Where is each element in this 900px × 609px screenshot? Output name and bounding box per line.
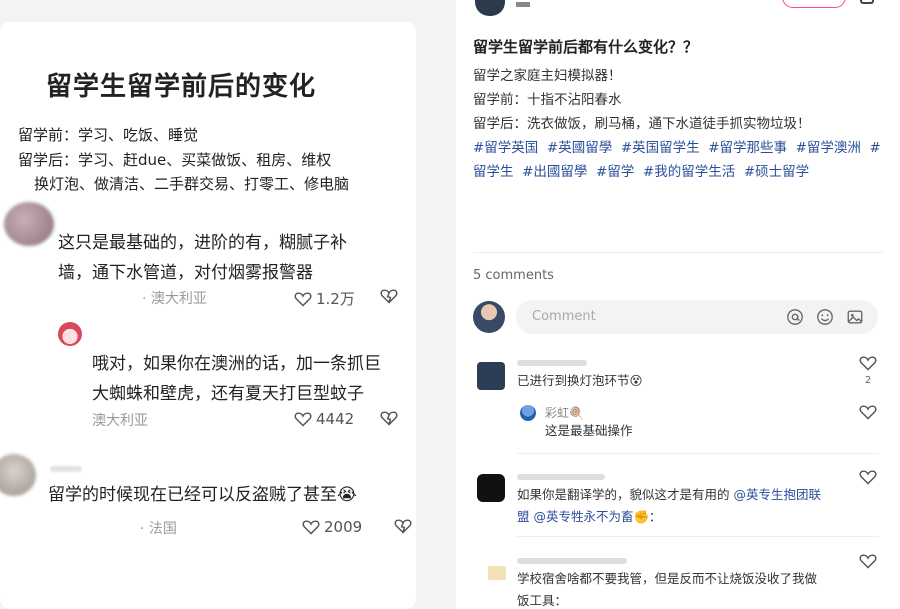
like-button[interactable]: 4442 [294,410,354,428]
heart-icon[interactable] [859,553,877,569]
hashtag[interactable]: #英国留学生 [621,140,700,156]
heart-icon[interactable] [859,469,877,485]
post-body: 留学之家庭主妇模拟器！ 留学前：十指不沾阳春水 留学后：洗衣做饭，刷马桶，通下水… [473,68,881,180]
reply-username[interactable]: 彩虹🍭 [545,404,584,421]
post-title: 留学生留学前后都有什么变化？？ [473,38,699,56]
like-button[interactable]: 2009 [302,518,362,536]
author-name[interactable] [516,2,530,7]
left-post-title: 留学生留学前后的变化 [46,72,317,102]
reply-avatar[interactable] [58,322,82,346]
reply-text: 这是最基础操作 [545,423,633,438]
after-line-2: 换灯泡、做清洁、二手群交易、打零工、修电脑 [34,175,350,193]
blurred-username [517,558,627,564]
like-count: 1.2万 [316,290,355,308]
emoji-icon[interactable] [816,308,834,326]
heart-icon [294,412,312,427]
divider [473,252,883,253]
hashtag[interactable]: #我的留学生活 [643,164,735,180]
like-count: 2009 [324,518,363,536]
hashtag[interactable]: #留学那些事 [708,140,787,156]
commenter-avatar[interactable] [0,454,36,496]
hashtag[interactable]: #硕士留学 [744,164,809,180]
comment-input[interactable]: Comment [516,300,878,334]
comment-location: · 法国 [140,521,177,537]
divider [517,453,879,454]
comment-text: 如果你是翻译学的，貌似这才是有用的 @英专生抱团联 盟 @英专牲永不为畜✊： [517,487,821,524]
like-count: 2 [864,375,872,386]
comments-count: 5 comments [473,268,554,283]
commenter-avatar[interactable] [477,474,505,502]
commenter-avatar[interactable] [477,362,505,390]
mention-link[interactable]: 盟 @英专牲永不为畜 [517,509,633,524]
comment-placeholder: Comment [532,309,596,324]
hashtag[interactable]: #留学 [596,164,634,180]
hashtag[interactable]: #留学澳洲 [796,140,861,156]
comment-text: 留学的时候现在已经可以反盗贼了甚至😭 [48,485,357,505]
image-icon[interactable] [846,308,864,326]
blurred-username [50,466,82,472]
share-icon[interactable] [860,0,874,4]
comment-text: 已进行到换灯泡环节😵 [517,373,643,388]
comment-text: 学校宿舍啥都不要我管，但是反而不让烧饭没收了我做 饭工具： [517,571,818,608]
commenter-avatar[interactable] [488,566,506,580]
reply-text: 哦对，如果你在澳洲的话，加一条抓巨 大蜘蛛和壁虎，还有夏天打巨型蚊子 [92,354,381,404]
commenter-avatar[interactable] [4,202,54,246]
divider [517,536,879,537]
hashtag[interactable]: #留学英国 [473,140,538,156]
like-button[interactable]: 1.2万 [294,288,355,309]
hashtag[interactable]: #英國留學 [547,140,612,156]
comment-text: 这只是最基础的，进阶的有，糊腻子补 墙，通下水管道，对付烟雾报警器 [58,233,347,283]
dislike-icon[interactable] [394,518,412,534]
post-detail-panel: 留学生留学前后都有什么变化？？ 留学之家庭主妇模拟器！ 留学前：十指不沾阳春水 … [456,0,900,609]
reply-location: 澳大利亚 [92,413,148,429]
mention-link[interactable]: @英专生抱团联 [733,487,821,502]
heart-icon[interactable] [859,404,877,420]
blurred-username [517,360,587,366]
my-avatar[interactable] [473,301,505,333]
like-count: 4442 [316,410,355,428]
author-avatar[interactable] [475,0,505,16]
left-screenshot-card: 留学生留学前后的变化 留学前：学习、吃饭、睡觉 留学后：学习、赶due、买菜做饭… [0,22,416,609]
heart-icon[interactable] [859,355,877,371]
dislike-icon[interactable] [380,410,398,426]
blurred-username [517,474,605,480]
hashtag[interactable]: #出國留學 [522,164,587,180]
dislike-icon[interactable] [380,288,398,304]
heart-icon [294,291,312,307]
follow-button[interactable] [782,0,846,8]
mention-icon[interactable] [786,308,804,326]
reply-avatar[interactable] [520,405,536,421]
comment-location: · 澳大利亚 [142,291,207,307]
after-line-1: 留学后：学习、赶due、买菜做饭、租房、维权 [18,151,332,169]
heart-icon [302,520,320,535]
before-line: 留学前：学习、吃饭、睡觉 [18,126,199,144]
